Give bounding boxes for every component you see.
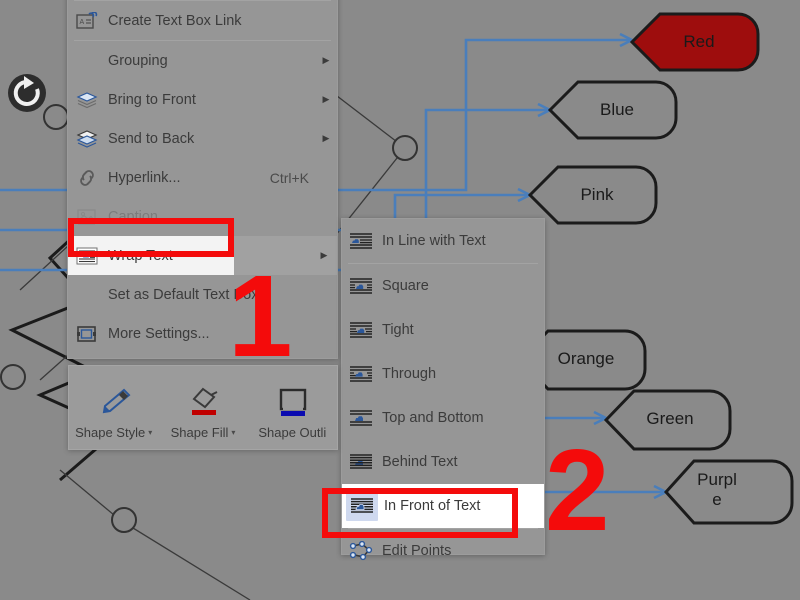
wrap-behind-text-icon <box>346 451 376 473</box>
menu-item-create-text-box-link[interactable]: A Create Text Box Link <box>68 1 337 40</box>
submenu-item-label: Square <box>382 278 429 294</box>
menu-item-hyperlink[interactable]: Hyperlink... Ctrl+K <box>68 158 337 197</box>
wrap-text-submenu[interactable]: In Line with Text Square Tight Through T… <box>341 218 545 561</box>
chevron-right-icon: ▶ <box>322 55 330 65</box>
send-to-back-icon <box>72 128 102 150</box>
bring-to-front-icon <box>72 89 102 111</box>
diagram-shape-red[interactable] <box>629 12 760 72</box>
wrap-tight-icon <box>346 319 376 341</box>
menu-item-send-to-back[interactable]: Send to Back ▶ <box>68 119 337 158</box>
rotate-handle-icon <box>8 74 46 112</box>
shape-context-menu[interactable]: A Create Text Box Link Grouping ▶ Bring … <box>67 0 338 381</box>
screenshot-root: Red Blue Pink Orange Green Purpl e A Cre… <box>0 0 800 600</box>
wrap-top-bottom-icon <box>346 407 376 429</box>
toolbar-item-shape-fill[interactable]: Shape Fill ▾ <box>158 366 247 449</box>
svg-text:A: A <box>80 19 85 26</box>
submenu-item-square[interactable]: Square <box>342 264 544 308</box>
edit-points-icon <box>346 540 376 562</box>
wrap-square-icon <box>346 275 376 297</box>
chevron-right-icon: ▶ <box>320 250 328 260</box>
more-settings-icon <box>72 323 102 345</box>
hyperlink-icon <box>72 167 102 189</box>
menu-item-grouping[interactable]: Grouping ▶ <box>68 41 337 80</box>
grouping-icon-slot <box>72 50 102 72</box>
wrap-in-front-of-text-icon <box>346 491 378 521</box>
diagram-shape-purple[interactable] <box>663 459 794 525</box>
submenu-item-label: In Front of Text <box>384 498 481 514</box>
submenu-item-behind-text[interactable]: Behind Text <box>342 440 544 484</box>
chevron-down-icon[interactable]: ▾ <box>231 428 235 437</box>
toolbar-item-label: Shape Fill <box>170 425 229 440</box>
toolbar-item-shape-outline[interactable]: Shape Outli <box>248 366 337 449</box>
menu-item-label: Send to Back <box>108 130 195 147</box>
wrap-through-icon <box>346 363 376 385</box>
toolbar-item-shape-style[interactable]: Shape Style ▾ <box>69 366 158 449</box>
toolbar-item-label: Shape Style <box>75 425 146 440</box>
diagram-shape-green[interactable] <box>603 389 732 451</box>
chevron-right-icon: ▶ <box>322 94 330 104</box>
wrap-inline-icon <box>346 230 376 252</box>
menu-item-bring-to-front[interactable]: Bring to Front ▶ <box>68 80 337 119</box>
shape-outline-icon <box>270 381 314 425</box>
menu-item-wrap-text[interactable]: Wrap Text ▶ <box>68 236 337 275</box>
submenu-item-label: In Line with Text <box>382 233 486 249</box>
submenu-item-label: Top and Bottom <box>382 410 484 426</box>
menu-item-accel: Ctrl+K <box>269 169 309 186</box>
menu-item-label: Caption... <box>108 208 171 225</box>
shape-fill-bucket-icon <box>181 381 225 425</box>
wrap-text-icon <box>72 245 102 267</box>
diagram-shape-pink[interactable] <box>527 165 658 225</box>
chevron-down-icon[interactable]: ▾ <box>148 428 152 437</box>
diagram-shape-blue[interactable] <box>547 80 678 140</box>
menu-item-set-as-default-text-box[interactable]: Set as Default Text Box <box>68 275 337 314</box>
set-default-icon-slot <box>72 284 102 306</box>
menu-item-label: More Settings... <box>108 325 210 342</box>
submenu-item-label: Tight <box>382 322 414 338</box>
menu-item-label: Bring to Front <box>108 91 196 108</box>
menu-item-label: Wrap Text <box>108 247 173 264</box>
submenu-item-label: Through <box>382 366 437 382</box>
submenu-item-in-front-of-text[interactable]: In Front of Text <box>342 484 544 528</box>
shape-style-brush-icon <box>92 381 136 425</box>
menu-item-label: Hyperlink... <box>108 169 181 186</box>
menu-item-label: Create Text Box Link <box>108 12 242 29</box>
submenu-item-edit-points[interactable]: Edit Points <box>342 529 544 573</box>
menu-item-label: Grouping <box>108 52 168 69</box>
shape-mini-toolbar[interactable]: Shape Style ▾ Shape Fill ▾ Shape Outli <box>68 365 338 450</box>
submenu-item-top-and-bottom[interactable]: Top and Bottom <box>342 396 544 440</box>
submenu-item-in-line-with-text[interactable]: In Line with Text <box>342 219 544 263</box>
menu-item-more-settings[interactable]: More Settings... <box>68 314 337 353</box>
submenu-item-through[interactable]: Through <box>342 352 544 396</box>
create-text-box-link-icon: A <box>72 10 102 32</box>
chevron-right-icon: ▶ <box>322 133 330 143</box>
submenu-item-label: Behind Text <box>382 454 458 470</box>
caption-icon <box>72 206 102 228</box>
menu-item-label: Set as Default Text Box <box>108 286 259 303</box>
submenu-item-tight[interactable]: Tight <box>342 308 544 352</box>
toolbar-item-label: Shape Outli <box>258 425 327 440</box>
submenu-item-label: Edit Points <box>382 543 452 559</box>
menu-item-wrap-text-highlight[interactable]: Wrap Text <box>68 236 234 275</box>
menu-item-caption: Caption... <box>68 197 337 236</box>
